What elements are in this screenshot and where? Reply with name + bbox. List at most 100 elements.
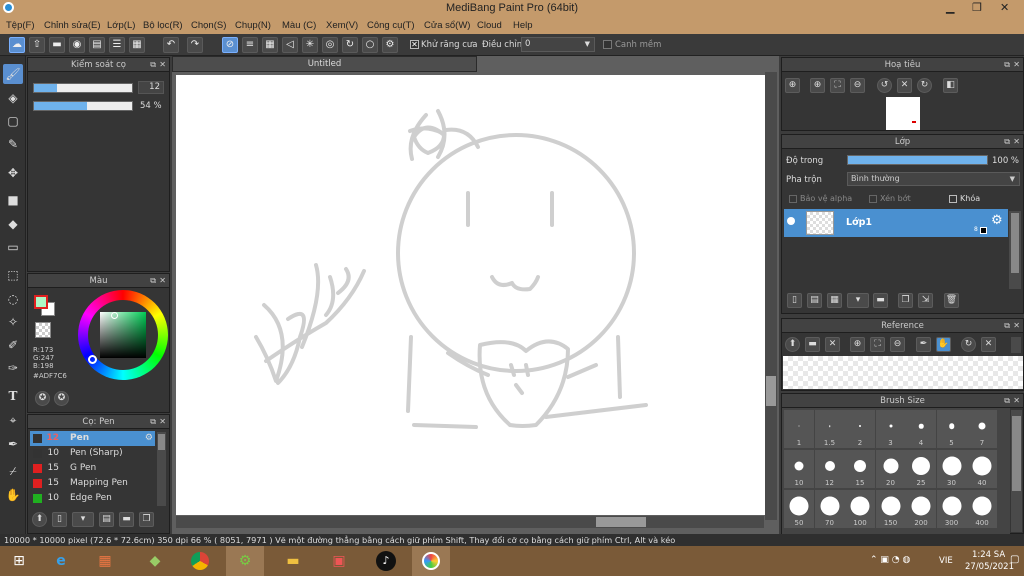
grid-icon[interactable]: ▦ (129, 37, 145, 53)
menu-window[interactable]: Cửa sổ(W) (424, 20, 470, 31)
brush-list-item[interactable]: 12 Pen ⚙ (30, 431, 155, 446)
reference-fit-icon[interactable]: ⛶ (870, 337, 885, 352)
brush-opacity-slider[interactable] (33, 101, 133, 111)
lasso-tool-icon[interactable]: ◌ (3, 289, 23, 309)
brush-size-option[interactable]: 10 (784, 450, 814, 488)
rotate-right-icon[interactable]: ↻ (917, 78, 932, 93)
layer-row[interactable]: Lớp1 8 ⚙ (784, 209, 1008, 237)
brush-tool-icon[interactable]: 🖌 (3, 64, 23, 84)
parallel-snap-icon[interactable]: ≡ (242, 37, 258, 53)
brush-edit-icon[interactable]: ▤ (99, 512, 114, 527)
close-icon[interactable]: ✕ (1013, 58, 1020, 72)
color-picker-handle[interactable] (111, 312, 118, 319)
brush-size-option[interactable]: 5 (936, 410, 967, 448)
menu-filter[interactable]: Bộ lọc(R) (143, 20, 183, 31)
menu-select[interactable]: Chọn(S) (191, 20, 226, 31)
brush-size-option[interactable]: 40 (967, 450, 997, 488)
menu-view[interactable]: Xem(V) (326, 20, 358, 31)
antialias-checkbox[interactable]: ✕ (410, 40, 419, 49)
hue-ring[interactable] (78, 290, 168, 380)
clipping-checkbox[interactable] (869, 195, 877, 203)
brush-size-option[interactable]: 2 (845, 410, 875, 448)
select-pen-tool-icon[interactable]: ✐ (3, 335, 23, 355)
eye-icon[interactable] (787, 217, 795, 225)
move-tool-icon[interactable]: ✥ (3, 163, 23, 183)
open-reference-icon[interactable]: ▬ (805, 337, 820, 352)
vanish-snap-icon[interactable]: ◁ (282, 37, 298, 53)
brush-size-option[interactable]: 20 (875, 450, 906, 488)
brush-list-item[interactable]: 15 G Pen (30, 461, 155, 476)
cloud-icon[interactable]: ☁ (9, 37, 25, 53)
brush-size-option[interactable]: 50 (784, 490, 814, 528)
language-indicator[interactable]: VIE (939, 556, 953, 566)
brush-list-item[interactable]: 10 Pen (Sharp) (30, 446, 155, 461)
reference-scrollbar[interactable] (1011, 337, 1021, 353)
page-icon[interactable]: ▤ (89, 37, 105, 53)
close-icon[interactable]: ✕ (159, 58, 166, 72)
hand-tool-icon[interactable]: ✋ (3, 485, 23, 505)
tiktok-icon[interactable]: ♪ (367, 546, 405, 576)
snap-off-icon[interactable]: ⊘ (222, 37, 238, 53)
brush-list-item[interactable]: 10 Edge Pen (30, 491, 155, 506)
brush-list-scrollbar[interactable] (157, 432, 166, 506)
brush-size-option[interactable]: 200 (906, 490, 936, 528)
reference-hand-icon[interactable]: ✋ (936, 337, 951, 352)
hue-handle[interactable] (88, 355, 97, 364)
internet-explorer-icon[interactable]: e (42, 546, 80, 576)
select-eraser-tool-icon[interactable]: ✑ (3, 358, 23, 378)
medibang-taskbar-icon[interactable]: ⚙ (226, 546, 264, 576)
bucket-tool-icon[interactable]: ◆ (3, 214, 23, 234)
flip-icon[interactable]: ◧ (943, 78, 958, 93)
reset-view-icon[interactable]: ✕ (897, 78, 912, 93)
brush-size-option[interactable]: 3 (875, 410, 906, 448)
brush-size-option[interactable]: 25 (906, 450, 936, 488)
dot-brush-tool-icon[interactable]: ✎ (3, 134, 23, 154)
cross-snap-icon[interactable]: ▦ (262, 37, 278, 53)
comment-icon[interactable]: ▬ (49, 37, 65, 53)
tray-icons[interactable]: ⌃ ▣ ◔ ◍ (870, 555, 910, 565)
new-layer-icon[interactable]: ▯ (787, 293, 802, 308)
undo-icon[interactable]: ↶ (163, 37, 179, 53)
magic-wand-tool-icon[interactable]: ✧ (3, 312, 23, 332)
brush-size-option[interactable]: 400 (967, 490, 997, 528)
select-rect-tool-icon[interactable]: ⬚ (3, 265, 23, 285)
reference-eyedropper-icon[interactable]: ✒ (916, 337, 931, 352)
brush-folder-icon[interactable]: ▬ (119, 512, 134, 527)
close-icon[interactable]: ✕ (1013, 319, 1020, 333)
brush-size-option[interactable]: 100 (845, 490, 875, 528)
fit-icon[interactable]: ⛶ (830, 78, 845, 93)
rect-tool-icon[interactable]: ▢ (3, 111, 23, 131)
edge-checkbox[interactable] (603, 40, 612, 49)
close-icon[interactable]: ✕ (159, 274, 166, 288)
picker-tool-icon[interactable]: ⌿ (3, 461, 23, 481)
popout-icon[interactable]: ⧉ (150, 274, 156, 288)
eraser-tool-icon[interactable]: ◈ (3, 88, 23, 108)
menu-cloud[interactable]: Cloud (477, 20, 502, 31)
presentation-app-icon[interactable]: ▣ (320, 546, 358, 576)
ellipse-snap-icon[interactable]: ○ (362, 37, 378, 53)
menu-file[interactable]: Tệp(F) (6, 20, 35, 31)
brush-list-item[interactable]: 15 Mapping Pen (30, 476, 155, 491)
menu-edit[interactable]: Chỉnh sửa(E) (44, 20, 101, 31)
menu-color[interactable]: Màu (C) (282, 20, 316, 31)
brush-size-option[interactable]: 1 (784, 410, 814, 448)
protect-alpha-checkbox[interactable] (789, 195, 797, 203)
gear-icon[interactable]: ⚙ (991, 213, 1003, 228)
brush-size-value[interactable]: 12 (138, 81, 164, 94)
reference-rotate-icon[interactable]: ↻ (961, 337, 976, 352)
text-tool-icon[interactable]: T (3, 386, 23, 406)
gradient-tool-icon[interactable]: ▭ (3, 237, 23, 257)
radial-snap-icon[interactable]: ✳ (302, 37, 318, 53)
vertical-scrollbar-thumb[interactable] (766, 376, 776, 406)
popout-icon[interactable]: ⧉ (1004, 394, 1010, 408)
redo-icon[interactable]: ↷ (187, 37, 203, 53)
drawing-canvas[interactable] (176, 75, 766, 515)
horizontal-scrollbar-thumb[interactable] (596, 517, 646, 527)
medibang-window-icon[interactable] (412, 546, 450, 576)
divide-tool-icon[interactable]: ⌖ (3, 410, 23, 430)
app-grid-icon[interactable]: ▦ (86, 546, 124, 576)
document-tab[interactable]: Untitled (172, 56, 477, 72)
menu-layer[interactable]: Lớp(L) (107, 20, 135, 31)
notification-icon[interactable]: ▢ (1010, 554, 1019, 565)
layer-opacity-slider[interactable] (847, 155, 988, 165)
